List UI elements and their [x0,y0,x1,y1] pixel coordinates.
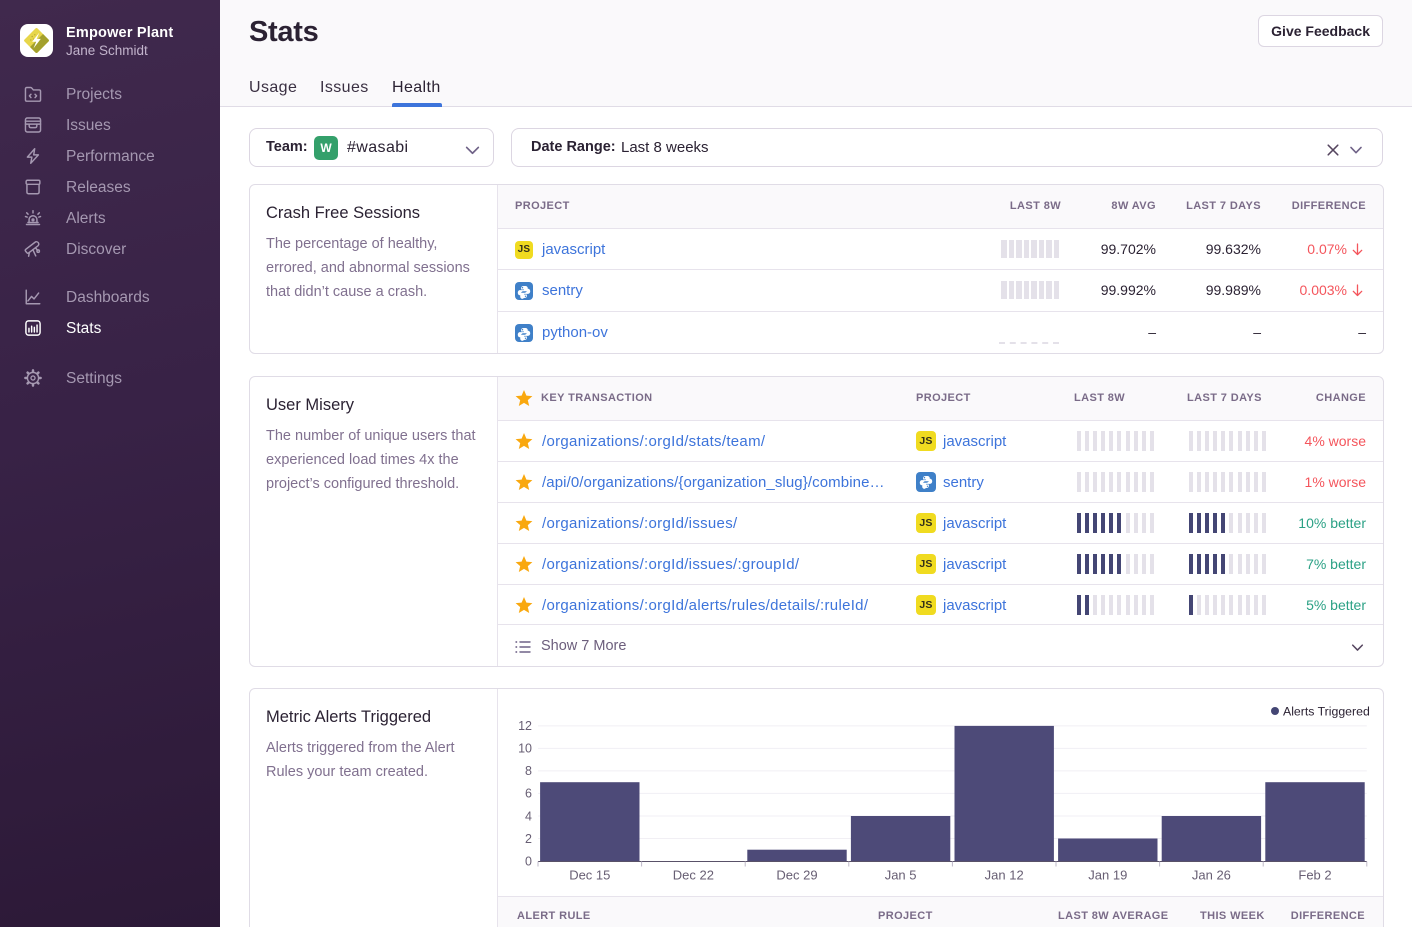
svg-text:4: 4 [525,809,532,823]
svg-text:Dec 29: Dec 29 [776,868,817,883]
svg-text:Alerts Triggered: Alerts Triggered [1283,705,1370,719]
svg-text:0: 0 [525,854,532,868]
svg-text:Jan 19: Jan 19 [1088,868,1127,883]
svg-text:Jan 5: Jan 5 [885,868,917,883]
svg-text:Dec 22: Dec 22 [673,868,714,883]
svg-text:Feb 2: Feb 2 [1298,868,1331,883]
svg-text:12: 12 [518,719,532,733]
svg-text:10: 10 [518,742,532,756]
svg-text:8: 8 [525,764,532,778]
svg-text:Jan 12: Jan 12 [985,868,1024,883]
svg-text:Dec 15: Dec 15 [569,868,610,883]
svg-text:6: 6 [525,787,532,801]
svg-text:Jan 26: Jan 26 [1192,868,1231,883]
svg-text:2: 2 [525,832,532,846]
